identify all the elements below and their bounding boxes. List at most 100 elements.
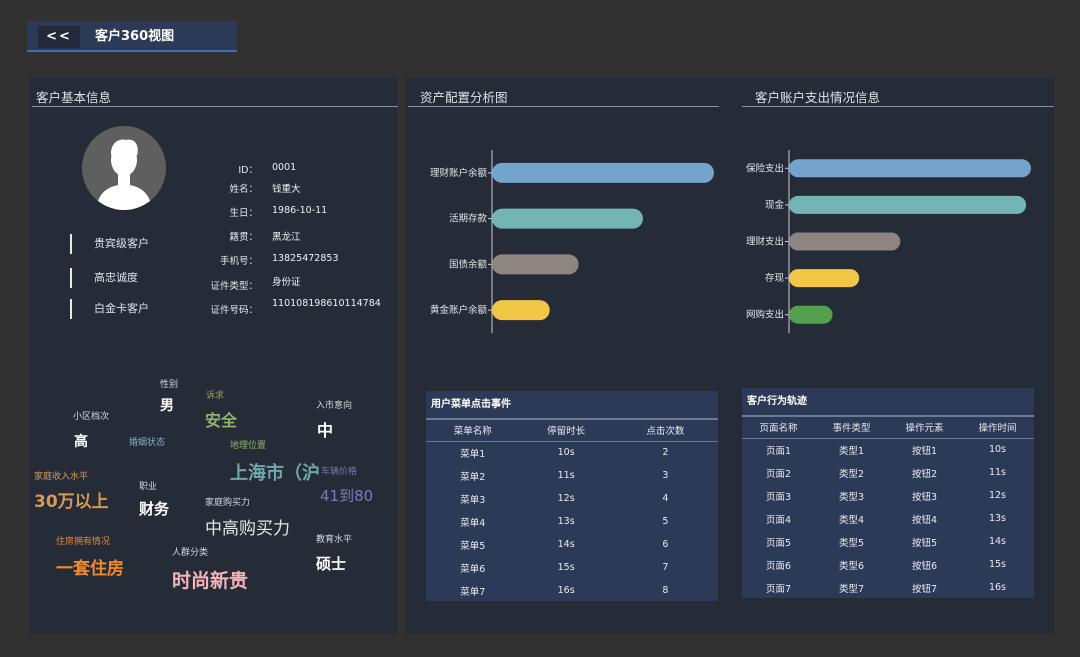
chart-bar[interactable] [492, 208, 643, 229]
col-header: 菜单名称 [426, 418, 520, 442]
table-cell: 类型1 [838, 445, 865, 457]
expense-chart-title: 客户账户支出情况信息 [755, 90, 881, 105]
field-value-birthday: 1986-10-11 [272, 205, 328, 216]
table-cell: 12s [988, 490, 1007, 501]
table-row[interactable]: 菜单3 12s 4 [426, 487, 718, 510]
col-header: 停留时长 [519, 418, 613, 442]
col-header: 点击次数 [612, 418, 718, 442]
chart-bar[interactable] [789, 159, 1031, 178]
behavior-track-table: 客户行为轨迹 页面名称 事件类型 操作元素 操作时间 页面1 类型1 按钮1 10s 页… [742, 388, 1034, 598]
cloud-label-crowd: 人群分类 [172, 548, 209, 558]
col-header: 操作元素 [888, 415, 961, 439]
table-row[interactable]: 菜单1 10s 2 [426, 441, 718, 464]
back-button[interactable]: << [38, 26, 80, 48]
chart-bar[interactable] [789, 305, 833, 324]
cloud-value-intent: 中 [317, 421, 334, 440]
chart-category-label: 国债余额 [449, 258, 488, 270]
asset-chart-title: 资产配置分析图 [420, 90, 508, 105]
chart-category-label: 黄金账户余额 [430, 304, 488, 316]
table-row[interactable]: 页面4 类型4 按钮4 13s [742, 507, 1034, 530]
table-cell: 14s [988, 536, 1007, 547]
cloud-value-purchase: 中高购买力 [205, 519, 290, 539]
table-cell: 按钮3 [911, 491, 938, 503]
table-row[interactable]: 页面3 类型3 按钮3 12s [742, 484, 1034, 507]
table-cell: 10s [988, 444, 1007, 456]
table-cell: 菜单7 [460, 586, 486, 598]
cloud-label-purchase: 家庭购买力 [205, 498, 251, 508]
table-cell: 按钮4 [911, 514, 938, 526]
table-row[interactable]: 页面2 类型2 按钮2 11s [742, 461, 1034, 484]
field-label-id-number: 证件号码： [210, 305, 258, 316]
table-row[interactable]: 页面7 类型7 按钮7 16s [742, 576, 1034, 599]
table-cell: 页面1 [765, 445, 792, 457]
table-row[interactable]: 菜单4 13s 5 [426, 510, 718, 533]
chart-bar[interactable] [789, 195, 1027, 214]
chart-category-label: 活期存款 [449, 213, 488, 225]
page-title: 客户360视图 [95, 29, 175, 44]
col-header: 事件类型 [815, 415, 888, 439]
table-cell: 类型5 [838, 537, 865, 549]
field-value-id-type: 身份证 [272, 277, 301, 288]
table-row[interactable]: 页面6 类型6 按钮6 15s [742, 553, 1034, 576]
table-cell: 页面6 [765, 560, 792, 572]
chart-bar[interactable] [492, 162, 714, 183]
chart-bar[interactable] [492, 300, 550, 321]
table-cell: 按钮1 [911, 445, 938, 457]
cloud-value-crowd: 时尚新贵 [172, 570, 249, 592]
table-cell: 15s [988, 559, 1007, 570]
table-cell: 菜单1 [460, 448, 486, 460]
field-label-phone: 手机号： [219, 256, 258, 267]
table-row[interactable]: 菜单6 15s 7 [426, 556, 718, 579]
table-row[interactable]: 页面5 类型5 按钮5 14s [742, 530, 1034, 553]
field-label-id: ID： [238, 165, 258, 176]
table-row[interactable]: 菜单5 14s 6 [426, 533, 718, 556]
table-cell: 按钮6 [911, 560, 938, 572]
table-cell: 11s [557, 470, 575, 481]
chart-bar[interactable] [492, 254, 579, 275]
table-row[interactable]: 菜单7 16s 8 [426, 579, 718, 602]
table-cell: 类型4 [838, 514, 865, 526]
table-cell: 菜单5 [460, 540, 486, 552]
table-cell: 12s [557, 493, 575, 504]
cloud-value-location: 上海市（沪 [230, 463, 320, 484]
panel-divider [32, 106, 398, 107]
cloud-label-marriage: 婚姻状态 [129, 438, 166, 448]
field-value-hometown: 黑龙江 [272, 232, 301, 243]
panel-divider [408, 106, 719, 107]
table-cell: 10s [557, 447, 575, 459]
table-cell: 6 [662, 539, 669, 550]
table-cell: 页面4 [765, 514, 792, 526]
basic-info-panel: 客户基本信息 贵宾级客户 高忠诚度 白金卡客户 ID： 0001 姓名： 钱重大… [29, 78, 398, 634]
field-label-id-type: 证件类型： [210, 281, 258, 292]
cloud-value-car: 41到80 [320, 487, 374, 505]
cloud-value-job: 财务 [139, 500, 170, 518]
table-cell: 5 [662, 516, 669, 527]
cloud-value-income: 30万以上 [34, 492, 109, 512]
analysis-panel: 资产配置分析图 客户账户支出情况信息 理财账户余额 活期存款 国债余额 黄金账户余额 … [405, 78, 1054, 634]
tag-vip: 贵宾级客户 [70, 234, 190, 254]
chart-bar[interactable] [789, 269, 860, 288]
chart-category-label: 网购支出 [746, 309, 784, 321]
table-cell: 页面7 [765, 583, 792, 595]
cloud-value-edu: 硕士 [316, 555, 347, 573]
table-cell: 15s [557, 562, 575, 573]
cloud-value-appeal: 安全 [205, 411, 238, 430]
field-value-name: 钱重大 [272, 184, 301, 195]
cloud-label-income: 家庭收入水平 [34, 472, 89, 482]
table-row[interactable]: 菜单2 11s 3 [426, 464, 718, 487]
field-value-phone: 13825472853 [272, 253, 339, 264]
table-cell: 按钮5 [911, 537, 938, 549]
col-header: 操作时间 [961, 415, 1034, 439]
cloud-label-location: 地理位置 [230, 441, 267, 451]
table-cell: 3 [662, 470, 669, 481]
cloud-label-house: 住房拥有情况 [56, 537, 111, 547]
avatar-icon [82, 126, 166, 210]
behavior-table-title: 客户行为轨迹 [747, 396, 807, 407]
table-row[interactable]: 页面1 类型1 按钮1 10s [742, 438, 1034, 461]
table-cell: 菜单4 [460, 517, 486, 529]
tag-loyalty: 高忠诚度 [70, 268, 190, 288]
chart-bar[interactable] [789, 232, 901, 251]
basic-info-title: 客户基本信息 [36, 90, 112, 105]
table-cell: 16s [557, 585, 575, 596]
table-cell: 页面3 [765, 491, 792, 503]
